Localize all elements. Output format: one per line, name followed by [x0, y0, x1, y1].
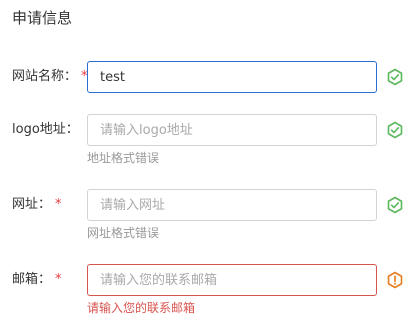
site-name-label-text: 网站名称： [12, 69, 78, 84]
website-url-label-text: 网址： [12, 197, 52, 212]
website-url-label: 网址： * [12, 189, 62, 221]
website-url-input[interactable] [87, 189, 377, 221]
email-input[interactable] [87, 264, 377, 296]
logo-url-label-text: logo地址： [12, 122, 79, 137]
check-circle-icon [387, 196, 403, 214]
logo-url-input[interactable] [87, 114, 377, 146]
email-error-hint: 请输入您的联系邮箱 [87, 301, 196, 315]
check-circle-icon [387, 68, 403, 86]
site-name-input[interactable] [87, 61, 377, 93]
email-label-text: 邮箱： [12, 272, 52, 287]
website-url-hint: 网址格式错误 [87, 226, 160, 240]
required-marker: * [55, 272, 62, 287]
form-title: 申请信息 [12, 9, 73, 27]
site-name-label: 网站名称： * [12, 61, 88, 93]
logo-url-label: logo地址： [12, 114, 79, 146]
warning-circle-icon [387, 271, 403, 289]
email-label: 邮箱： * [12, 264, 62, 296]
logo-url-hint: 地址格式错误 [87, 151, 160, 165]
required-marker: * [55, 197, 62, 212]
check-circle-icon [387, 121, 403, 139]
